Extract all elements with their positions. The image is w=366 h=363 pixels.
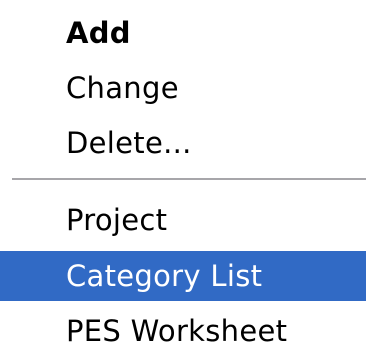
menu-item-label: Project bbox=[66, 203, 168, 237]
menu-item-category-list[interactable]: Category List bbox=[0, 251, 366, 301]
menu-item-change[interactable]: Change bbox=[0, 63, 366, 113]
menu-separator bbox=[12, 178, 366, 182]
menu-item-label: Add bbox=[66, 16, 131, 50]
menu-item-project[interactable]: Project bbox=[0, 195, 366, 245]
menu-item-label: PES Worksheet bbox=[66, 314, 288, 348]
menu-item-add[interactable]: Add bbox=[0, 8, 366, 58]
menu-item-label: Change bbox=[66, 71, 179, 105]
menu-item-label: Delete... bbox=[66, 126, 192, 160]
menu-item-delete[interactable]: Delete... bbox=[0, 118, 366, 168]
context-menu: Add Change Delete... Project Category Li… bbox=[0, 0, 366, 363]
menu-item-pes-worksheet[interactable]: PES Worksheet bbox=[0, 306, 366, 356]
menu-item-label: Category List bbox=[66, 259, 263, 293]
